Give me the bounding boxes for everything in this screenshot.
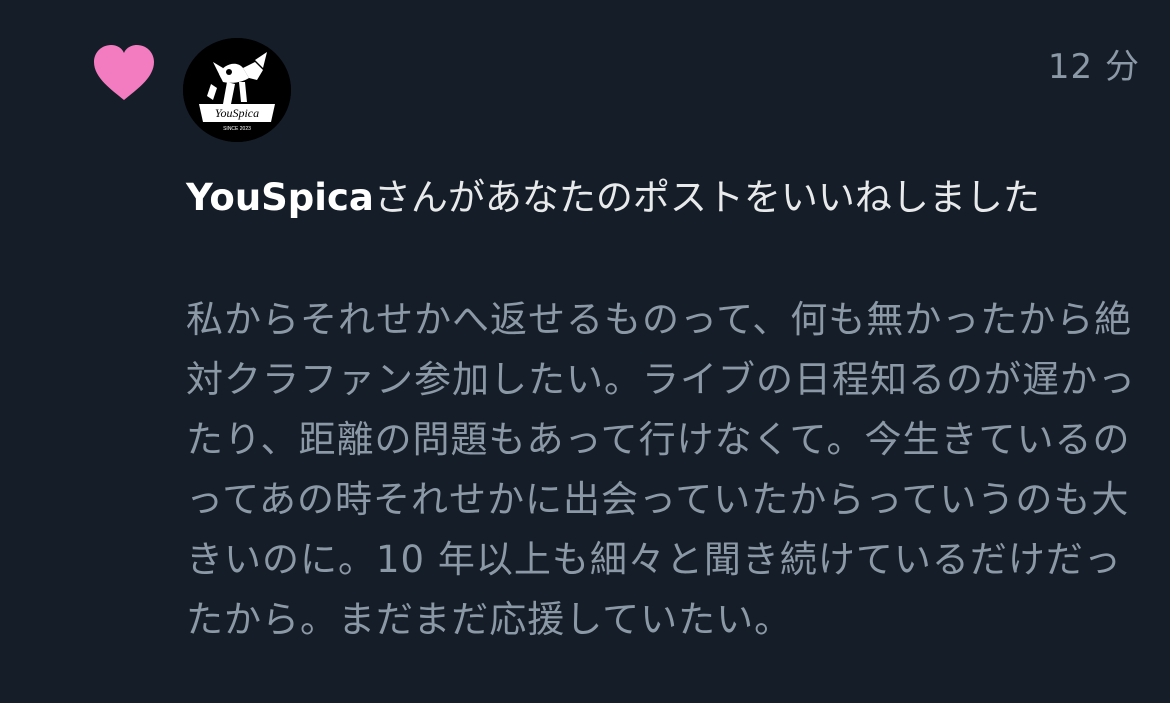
user-name-link[interactable]: YouSpica [186, 176, 374, 219]
like-notification[interactable]: YouSpica SINCE 2023 12 分 YouSpicaさんがあなたの… [0, 0, 1170, 703]
heart-icon [92, 44, 156, 102]
timestamp: 12 分 [1047, 47, 1140, 87]
notification-headline: YouSpicaさんがあなたのポストをいいねしました [186, 168, 1136, 228]
avatar[interactable]: YouSpica SINCE 2023 [183, 38, 291, 142]
action-text: さんがあなたのポストをいいねしました [373, 176, 1040, 219]
liked-post-text[interactable]: 私からそれせかへ返せるものって、何も無かったから絶対クラファン参加したい。ライブ… [186, 290, 1136, 650]
logo-subtext: SINCE 2023 [223, 126, 251, 132]
logo-text: YouSpica [215, 106, 259, 120]
